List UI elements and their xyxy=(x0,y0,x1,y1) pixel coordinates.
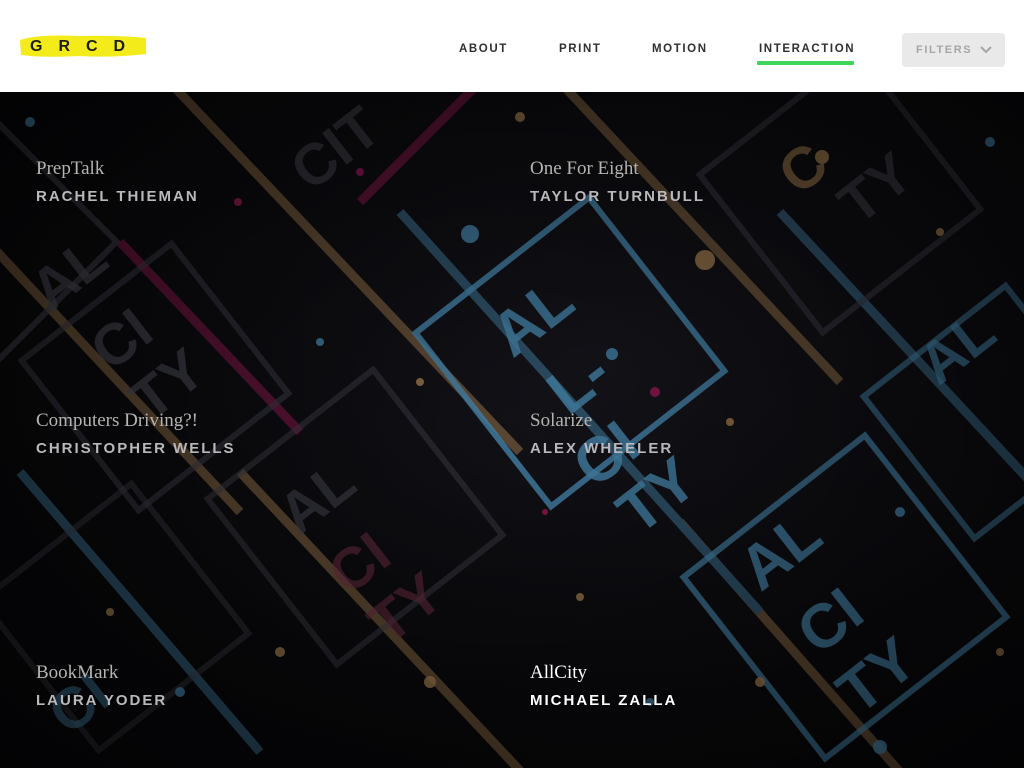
site-header: GRCD ABOUT PRINT MOTION INTERACTION FILT… xyxy=(0,0,1024,92)
project-author: CHRISTOPHER WELLS xyxy=(36,440,236,457)
nav-motion[interactable]: MOTION xyxy=(652,43,708,55)
project-author: MICHAEL ZALLA xyxy=(530,692,678,709)
project-item-one-for-eight[interactable]: One For Eight TAYLOR TURNBULL xyxy=(530,158,705,205)
filters-dropdown[interactable]: FILTERS xyxy=(902,33,1005,67)
project-item-bookmark[interactable]: BookMark LAURA YODER xyxy=(36,662,167,709)
project-author: LAURA YODER xyxy=(36,692,168,709)
project-item-allcity[interactable]: AllCity MICHAEL ZALLA xyxy=(530,662,677,709)
project-title: AllCity xyxy=(530,662,588,683)
project-title: Solarize xyxy=(530,410,593,431)
project-title: Computers Driving?! xyxy=(36,410,199,431)
logo[interactable]: GRCD xyxy=(18,32,148,62)
project-item-computers-driving[interactable]: Computers Driving?! CHRISTOPHER WELLS xyxy=(36,410,236,457)
nav-about[interactable]: ABOUT xyxy=(459,43,508,55)
project-author: TAYLOR TURNBULL xyxy=(530,188,705,205)
nav-print[interactable]: PRINT xyxy=(559,43,602,55)
nav-interaction[interactable]: INTERACTION xyxy=(759,43,855,55)
logo-text: GRCD xyxy=(30,38,142,55)
project-item-preptalk[interactable]: PrepTalk RACHEL THIEMAN xyxy=(36,158,199,205)
project-title: One For Eight xyxy=(530,158,639,179)
project-author: RACHEL THIEMAN xyxy=(36,188,199,205)
filters-label: FILTERS xyxy=(916,44,973,56)
active-nav-underline xyxy=(757,61,854,65)
project-author: ALEX WHEELER xyxy=(530,440,674,457)
project-title: PrepTalk xyxy=(36,158,105,179)
project-title: BookMark xyxy=(36,662,119,683)
project-item-solarize[interactable]: Solarize ALEX WHEELER xyxy=(530,410,673,457)
chevron-down-icon xyxy=(980,46,992,54)
